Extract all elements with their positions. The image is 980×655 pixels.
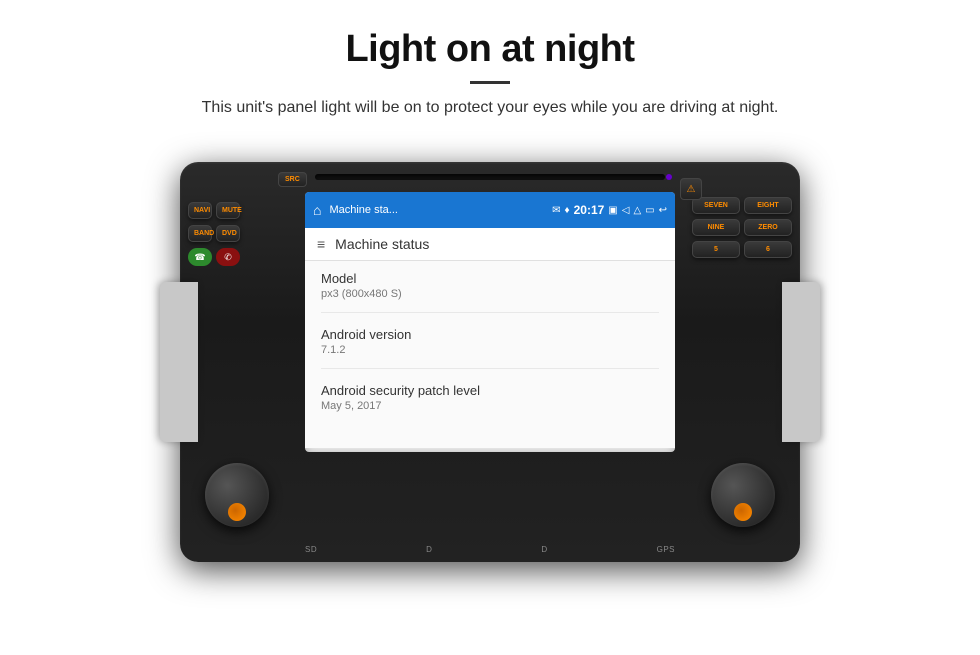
app-title: Machine status (335, 236, 429, 252)
bracket-left (160, 282, 198, 442)
screen-cast-icon: ▭ (645, 205, 654, 216)
gps-label: GPS (657, 545, 675, 554)
nine-button[interactable]: NINE (692, 219, 740, 236)
call-accept-button[interactable]: ☎ (188, 248, 212, 266)
d-label-left: D (426, 545, 432, 554)
mute-button[interactable]: MUTE (216, 202, 240, 219)
six-button[interactable]: 6 (744, 241, 792, 258)
call-end-button[interactable]: ✆ (216, 248, 240, 266)
call-buttons: ☎ ✆ (188, 248, 240, 266)
src-button[interactable]: SRC (278, 172, 307, 187)
warning-icon: ⚠ (687, 184, 696, 195)
security-patch-value: May 5, 2017 (321, 400, 659, 412)
band-dvd-group: BAND DVD (188, 225, 240, 242)
page-header: Light on at night This unit's panel ligh… (0, 0, 980, 132)
left-knob[interactable] (205, 463, 269, 527)
left-controls: NAVI MUTE BAND DVD ☎ ✆ (188, 202, 240, 266)
volume-icon: ◁ (622, 205, 630, 216)
bottom-labels: SD D D GPS (305, 545, 675, 554)
right-knob[interactable] (711, 463, 775, 527)
page-title: Light on at night (60, 28, 920, 71)
home-icon[interactable]: ⌂ (313, 202, 321, 218)
title-divider (470, 81, 510, 84)
navi-mute-group: NAVI MUTE (188, 202, 240, 219)
car-unit-wrapper: SRC ⚠ NAVI MUTE BAND DVD ☎ ✆ SEVEN (0, 142, 980, 582)
android-status-bar: ⌂ Machine sta... ✉ ♦ 20:17 ▣ ◁ △ ▭ ↩ (305, 192, 675, 228)
location-icon: ♦ (564, 205, 569, 216)
upload-icon: △ (633, 205, 641, 216)
disc-slot (315, 174, 665, 180)
d-label-right: D (541, 545, 547, 554)
status-icons: ✉ ♦ 20:17 ▣ ◁ △ ▭ ↩ (552, 203, 667, 217)
message-icon: ✉ (552, 205, 560, 216)
hamburger-menu-icon[interactable]: ≡ (317, 236, 325, 252)
indicator-light (666, 174, 672, 180)
status-app-name: Machine sta... (329, 204, 546, 216)
model-value: px3 (800x480 S) (321, 288, 659, 300)
android-version-label: Android version (321, 327, 659, 342)
status-time: 20:17 (574, 203, 605, 217)
media-icon: ▣ (608, 205, 617, 216)
back-arrow-icon[interactable]: ↩ (659, 205, 667, 216)
model-label: Model (321, 271, 659, 286)
bracket-right (782, 282, 820, 442)
android-version-value: 7.1.2 (321, 344, 659, 356)
security-patch-item: Android security patch level May 5, 2017 (321, 383, 659, 424)
sd-label: SD (305, 545, 317, 554)
page-description: This unit's panel light will be on to pr… (60, 96, 920, 120)
nine-zero-group: NINE ZERO (692, 219, 792, 236)
zero-button[interactable]: ZERO (744, 219, 792, 236)
android-version-item: Android version 7.1.2 (321, 327, 659, 369)
right-controls: SEVEN EIGHT NINE ZERO 5 6 (692, 197, 792, 258)
warning-button[interactable]: ⚠ (680, 178, 702, 200)
model-info-item: Model px3 (800x480 S) (321, 271, 659, 313)
app-content: Model px3 (800x480 S) Android version 7.… (305, 261, 675, 448)
device-screen: ⌂ Machine sta... ✉ ♦ 20:17 ▣ ◁ △ ▭ ↩ ≡ M… (305, 192, 675, 452)
dvd-button[interactable]: DVD (216, 225, 240, 242)
security-patch-label: Android security patch level (321, 383, 659, 398)
navi-button[interactable]: NAVI (188, 202, 212, 219)
eight-button[interactable]: EIGHT (744, 197, 792, 214)
car-unit: SRC ⚠ NAVI MUTE BAND DVD ☎ ✆ SEVEN (160, 142, 820, 582)
five-button[interactable]: 5 (692, 241, 740, 258)
app-header: ≡ Machine status (305, 228, 675, 261)
five-six-group: 5 6 (692, 241, 792, 258)
band-button[interactable]: BAND (188, 225, 212, 242)
seven-eight-group: SEVEN EIGHT (692, 197, 792, 214)
